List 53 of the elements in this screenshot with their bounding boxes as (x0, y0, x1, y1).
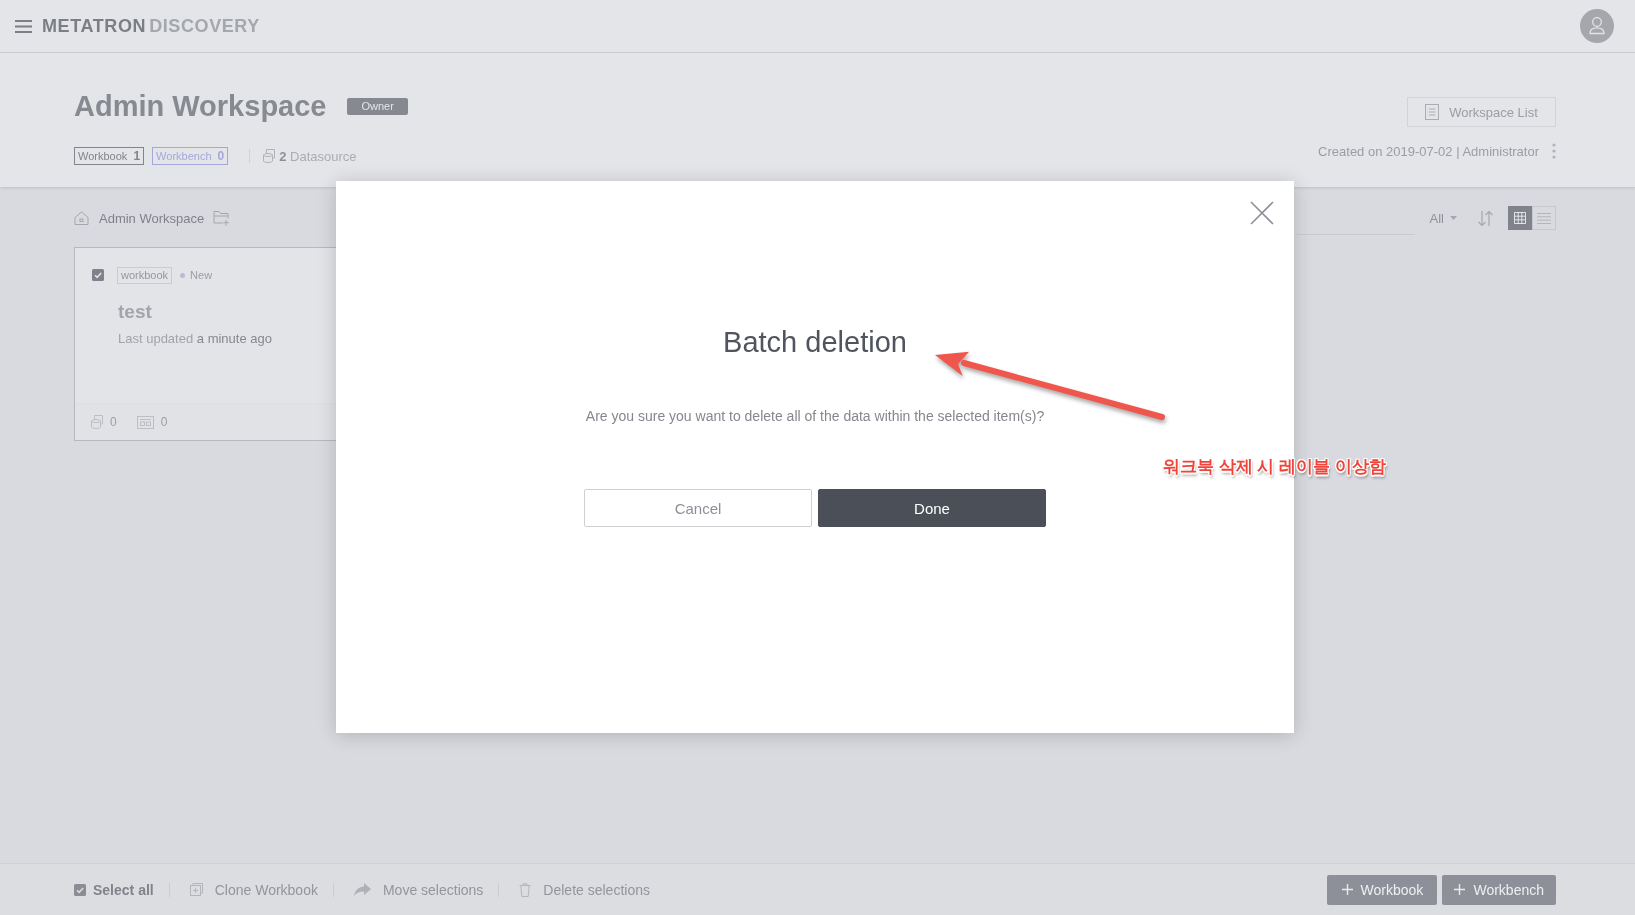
type-tag: workbook (117, 266, 173, 284)
more-icon[interactable] (1552, 143, 1556, 159)
dashboard-icon (136, 415, 154, 429)
role-badge: Owner (347, 97, 408, 115)
plus-icon (1454, 884, 1466, 895)
database-icon (263, 149, 276, 163)
close-icon[interactable] (1250, 201, 1274, 225)
status-label: New (190, 269, 213, 281)
curved-arrow-icon (353, 883, 371, 896)
home-icon[interactable] (74, 211, 89, 225)
sort-icon[interactable] (1477, 209, 1494, 227)
plus-icon (1341, 884, 1353, 895)
dialog-message: Are you sure you want to delete all of the data within the selected item(s)? (585, 407, 1045, 426)
count-filter[interactable]: Workbench 0 (152, 147, 229, 165)
clone-icon (189, 883, 203, 896)
clone-workbook-button[interactable]: Clone Workbook (189, 881, 318, 898)
select-all-label[interactable]: Select all (93, 881, 154, 898)
menu-icon[interactable] (15, 19, 32, 33)
confirm-button[interactable]: Done (818, 489, 1046, 527)
datasource-button[interactable]: 2 Datasource (263, 148, 357, 164)
grid-icon (1514, 212, 1526, 224)
document-icon (1425, 104, 1440, 120)
cancel-button[interactable]: Cancel (584, 489, 812, 527)
create-button[interactable]: Workbook (1327, 874, 1438, 905)
database-icon (91, 415, 103, 429)
trash-icon (519, 882, 532, 897)
checkbox[interactable] (92, 269, 104, 281)
dashboard-count: 0 (160, 415, 168, 429)
created-info: Created on 2019-07-02 | Administrator (1318, 143, 1539, 159)
breadcrumb-item[interactable]: Admin Workspace (99, 210, 205, 226)
workspace-list-button[interactable]: Workspace List (1407, 97, 1556, 127)
create-button[interactable]: Workbench (1442, 874, 1556, 905)
logo-text: DISCOVERY (149, 15, 260, 37)
grid-view-button[interactable] (1508, 206, 1532, 230)
annotation-text: 워크북 삭제 시 레이블 이상함 (1163, 456, 1386, 478)
count-filter[interactable]: Workbook 1 (74, 147, 145, 165)
folder-add-icon[interactable] (213, 210, 231, 226)
avatar-icon[interactable] (1580, 9, 1614, 43)
caret-icon (1450, 216, 1457, 220)
card-title: test (118, 300, 153, 324)
workbook-card[interactable]: workbook New test Last updated a minute ago 0 0 (74, 247, 336, 441)
updated-info: Last updated a minute ago (118, 330, 273, 348)
delete-selections-button[interactable]: Delete selections (519, 881, 650, 898)
dialog-title: Batch deletion (723, 325, 907, 360)
status-dot-icon (180, 272, 186, 278)
logo-text: METATRON (42, 15, 147, 37)
datasource-count: 0 (110, 415, 117, 429)
move-selections-button[interactable]: Move selections (353, 881, 484, 898)
list-icon (1537, 212, 1551, 224)
filter-dropdown[interactable]: All (1429, 210, 1457, 226)
list-view-button[interactable] (1532, 206, 1556, 230)
workspace-title: Admin Workspace (74, 89, 327, 124)
checkbox[interactable] (74, 883, 86, 896)
